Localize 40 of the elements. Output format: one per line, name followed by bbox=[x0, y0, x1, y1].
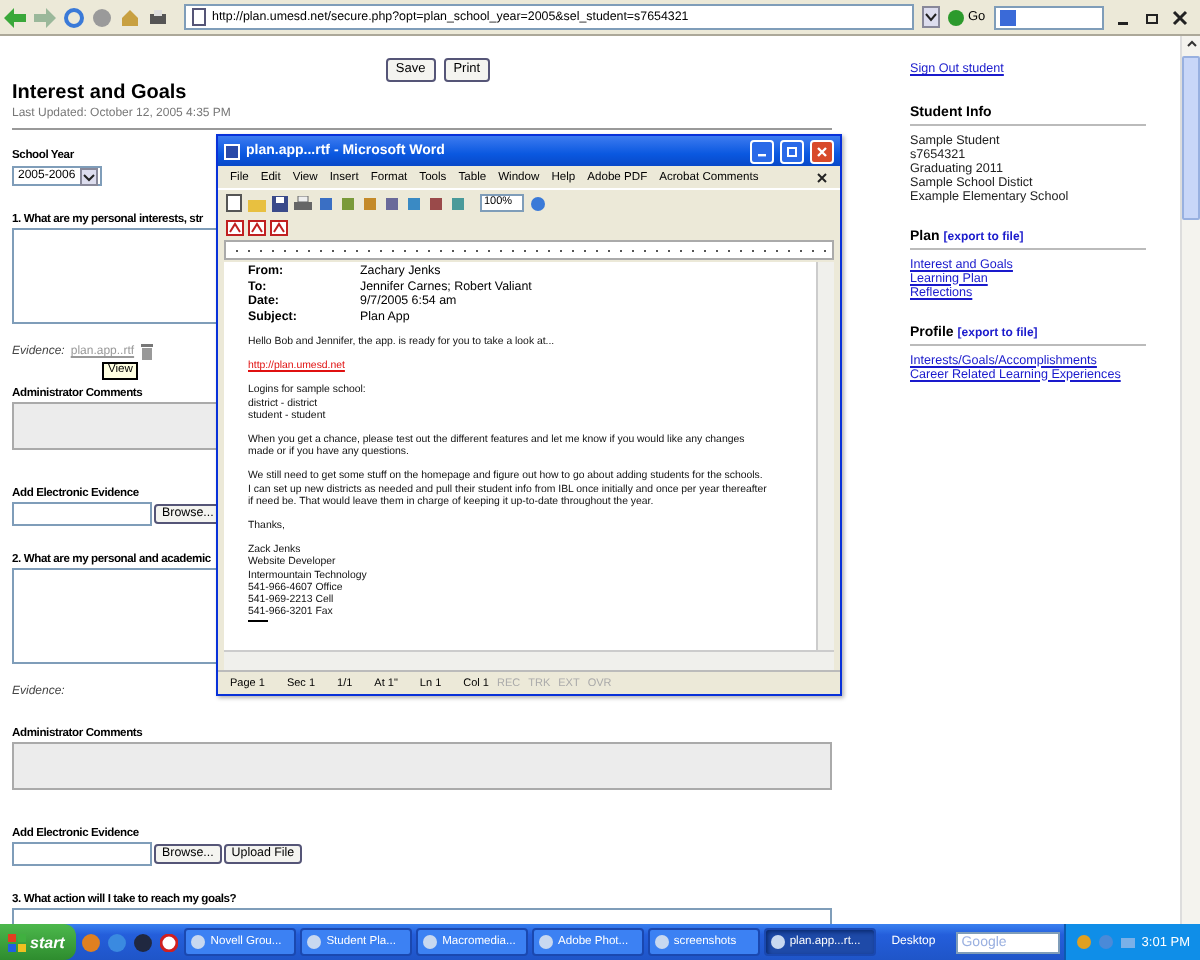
horizontal-scrollbar[interactable] bbox=[224, 650, 834, 670]
close-button[interactable] bbox=[810, 139, 834, 163]
home-icon[interactable] bbox=[120, 7, 140, 27]
file-path-field[interactable] bbox=[12, 842, 152, 866]
maximize-icon bbox=[786, 145, 798, 157]
scroll-up-icon[interactable] bbox=[1183, 36, 1199, 52]
app-icon bbox=[653, 934, 670, 950]
app-icon bbox=[538, 934, 554, 950]
scroll-thumb[interactable] bbox=[1182, 56, 1200, 220]
forward-icon[interactable] bbox=[34, 7, 56, 27]
refresh-icon[interactable] bbox=[64, 7, 84, 27]
file-path-field[interactable] bbox=[12, 502, 152, 526]
app-icon bbox=[769, 934, 786, 950]
trash-icon[interactable] bbox=[140, 344, 155, 360]
windows-logo-icon bbox=[8, 933, 26, 951]
pdf-icon[interactable] bbox=[248, 220, 266, 236]
back-icon[interactable] bbox=[4, 7, 26, 27]
toolbar-search-field[interactable] bbox=[993, 5, 1104, 29]
pdf-icon[interactable] bbox=[270, 220, 288, 236]
minimize-button[interactable] bbox=[750, 139, 774, 163]
app-icon bbox=[422, 934, 439, 950]
close-icon[interactable] bbox=[816, 171, 828, 183]
page-icon bbox=[192, 8, 206, 26]
document-scrollbar[interactable] bbox=[816, 262, 834, 650]
dropdown-icon bbox=[79, 167, 98, 185]
print-icon[interactable] bbox=[294, 195, 312, 211]
print-icon[interactable] bbox=[148, 7, 168, 27]
close-icon bbox=[816, 145, 828, 157]
app-icon bbox=[306, 934, 323, 950]
page-title: Interest and Goals bbox=[12, 82, 189, 106]
pdf-icon[interactable] bbox=[226, 220, 244, 236]
go-icon bbox=[948, 9, 964, 25]
save-icon[interactable] bbox=[272, 195, 288, 211]
maximize-button[interactable] bbox=[780, 139, 804, 163]
restore-icon[interactable] bbox=[1143, 9, 1160, 25]
close-icon[interactable] bbox=[1171, 9, 1188, 25]
word-app-icon bbox=[224, 143, 240, 159]
dropdown-icon[interactable] bbox=[922, 6, 940, 28]
page-scrollbar[interactable] bbox=[1180, 36, 1200, 924]
new-document-icon[interactable] bbox=[226, 194, 242, 212]
